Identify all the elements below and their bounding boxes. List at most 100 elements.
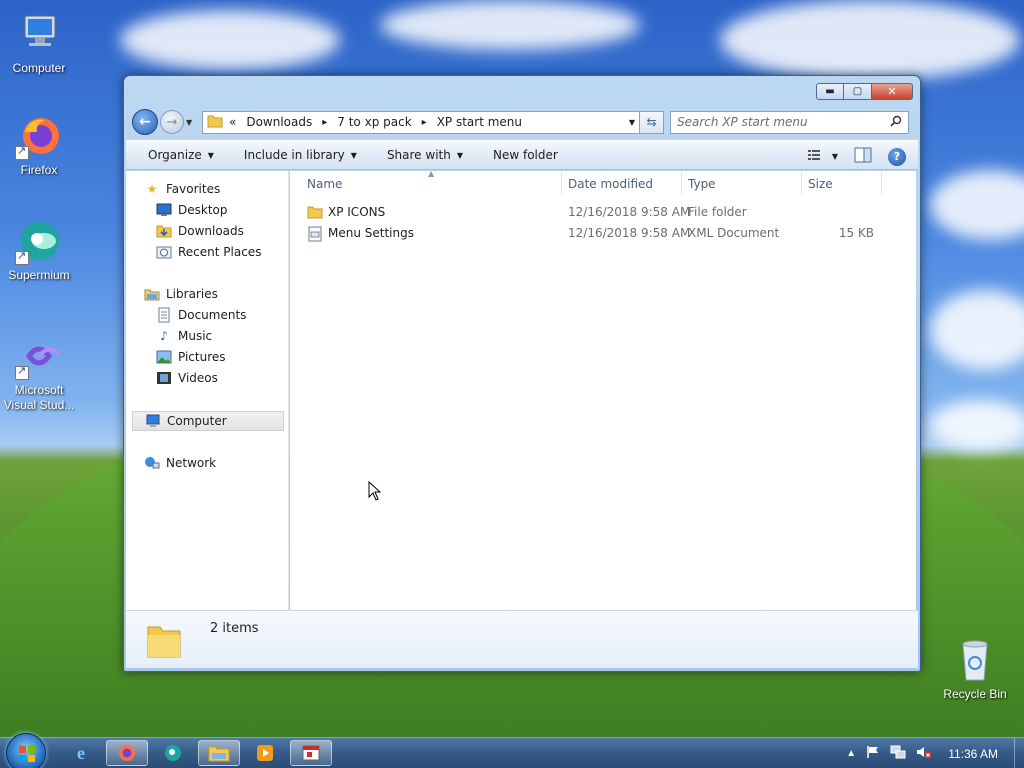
view-options-button[interactable]: ▼ [807, 149, 838, 164]
include-in-library-button[interactable]: Include in library ▼ [244, 148, 357, 162]
file-list: ▲ Name Date modified Type Size XP ICONS … [290, 169, 916, 613]
supermium-icon [15, 217, 63, 265]
desktop-icon-label: Firefox [20, 163, 58, 177]
taskbar-supermium[interactable] [152, 740, 194, 766]
column-size[interactable]: Size [808, 177, 833, 191]
sort-ascending-icon: ▲ [428, 169, 435, 178]
column-type[interactable]: Type [688, 177, 716, 191]
nav-label: Computer [167, 414, 227, 428]
file-row[interactable]: XP ICONS 12/16/2018 9:58 AM File folder [290, 202, 916, 222]
desktop-icon [156, 202, 172, 218]
arrow-right-icon: → [166, 114, 178, 130]
nav-computer[interactable]: Computer [132, 411, 284, 431]
recent-pages-dropdown[interactable]: ▼ [186, 118, 198, 127]
new-folder-label: New folder [493, 148, 558, 162]
firefox-icon [15, 112, 63, 160]
volume-muted-icon[interactable] [916, 745, 932, 762]
column-divider[interactable] [681, 171, 682, 195]
file-size: 15 KB [838, 226, 874, 240]
taskbar: e ▲ 11:36 AM [0, 733, 1024, 768]
desktop-icon-supermium[interactable]: Supermium [1, 217, 77, 283]
file-date: 12/16/2018 9:58 AM [568, 226, 691, 240]
breadcrumb-overflow[interactable]: « [229, 115, 236, 129]
mouse-cursor-icon [368, 481, 382, 501]
breadcrumb-separator[interactable]: ▸ [322, 117, 327, 128]
address-bar[interactable]: « Downloads ▸ 7 to xp pack ▸ XP start me… [202, 110, 640, 134]
column-divider[interactable] [561, 171, 562, 195]
desktop-icon-label: Recycle Bin [943, 687, 1007, 701]
file-row[interactable]: Menu Settings 12/16/2018 9:58 AM XML Doc… [290, 223, 916, 243]
column-divider[interactable] [881, 171, 882, 195]
nav-label: Favorites [166, 182, 221, 196]
folder-icon [208, 746, 230, 762]
chevron-down-icon: ▼ [207, 150, 214, 160]
media-player-icon [257, 745, 273, 761]
help-button[interactable]: ? [888, 147, 906, 166]
share-with-button[interactable]: Share with ▼ [387, 148, 463, 162]
star-icon: ★ [146, 182, 158, 196]
start-button[interactable] [6, 733, 46, 768]
breadcrumb-xp-start-menu[interactable]: XP start menu [437, 115, 522, 129]
show-desktop-button[interactable] [1014, 738, 1024, 768]
desktop-icon-recycle-bin[interactable]: Recycle Bin [937, 636, 1013, 702]
desktop-icon-label: Supermium [8, 268, 70, 282]
item-count: 2 items [210, 621, 259, 636]
column-name[interactable]: Name [307, 177, 342, 191]
music-icon: ♪ [160, 329, 168, 343]
nav-label: Documents [178, 308, 247, 322]
close-button[interactable]: ✕ [872, 83, 913, 100]
taskbar-app[interactable] [290, 740, 332, 766]
address-dropdown[interactable]: ▼ [629, 118, 635, 127]
details-view-icon [807, 149, 824, 164]
shortcut-arrow-icon [15, 249, 29, 265]
search-input[interactable]: Search XP start menu [670, 110, 909, 134]
new-folder-button[interactable]: New folder [493, 148, 558, 162]
breadcrumb-separator[interactable]: ▸ [422, 117, 427, 128]
taskbar-firefox[interactable] [106, 740, 148, 766]
nav-label: Libraries [166, 287, 218, 301]
folder-icon [146, 619, 182, 658]
breadcrumb-downloads[interactable]: Downloads [246, 115, 312, 129]
network-status-icon[interactable] [890, 745, 906, 762]
desktop-icon-visual-studio[interactable]: Microsoft Visual Stud... [1, 332, 77, 413]
column-date-modified[interactable]: Date modified [568, 177, 653, 191]
shortcut-arrow-icon [15, 144, 29, 160]
nav-label: Downloads [178, 224, 244, 238]
maximize-button[interactable]: ▢ [844, 83, 872, 100]
nav-network[interactable]: Network [144, 453, 304, 473]
organize-button[interactable]: Organize ▼ [148, 148, 214, 162]
refresh-button[interactable]: ⇆ [640, 110, 664, 134]
search-icon [890, 115, 902, 130]
show-hidden-icons-button[interactable]: ▲ [846, 748, 856, 759]
preview-pane-button[interactable] [854, 147, 872, 166]
back-button[interactable]: ← [132, 109, 158, 135]
supermium-icon [165, 745, 181, 761]
desktop-icon-label: Computer [12, 61, 66, 75]
navigation-pane: ★ Favorites Desktop Downloads Recent Plac… [126, 171, 289, 613]
details-pane: 2 items [126, 610, 918, 668]
navigation-bar: ← → ▼ « Downloads ▸ 7 to xp pack ▸ XP st… [132, 108, 912, 136]
shortcut-arrow-icon [15, 364, 29, 380]
nav-favorites[interactable]: ★ Favorites [144, 179, 304, 199]
taskbar-internet-explorer[interactable]: e [60, 740, 102, 766]
column-headers: ▲ Name Date modified Type Size [290, 169, 916, 195]
clock[interactable]: 11:36 AM [948, 747, 998, 761]
pictures-icon [156, 349, 172, 365]
taskbar-media-player[interactable] [244, 740, 286, 766]
column-divider[interactable] [801, 171, 802, 195]
action-center-flag-icon[interactable] [866, 745, 880, 762]
minimize-button[interactable]: ▬ [816, 83, 844, 100]
forward-button[interactable]: → [160, 110, 184, 134]
share-with-label: Share with [386, 148, 451, 162]
include-in-library-label: Include in library [243, 148, 345, 162]
desktop-icon-computer[interactable]: Computer [1, 10, 77, 76]
nav-libraries[interactable]: Libraries [144, 284, 304, 304]
file-name: XP ICONS [328, 205, 386, 219]
breadcrumb-7-to-xp-pack[interactable]: 7 to xp pack [337, 115, 411, 129]
desktop-icon-firefox[interactable]: Firefox [1, 112, 77, 178]
taskbar-windows-explorer[interactable] [198, 740, 240, 766]
nav-label: Videos [178, 371, 218, 385]
search-placeholder: Search XP start menu [677, 115, 808, 129]
recent-places-icon [156, 244, 172, 260]
refresh-icon: ⇆ [646, 115, 657, 129]
